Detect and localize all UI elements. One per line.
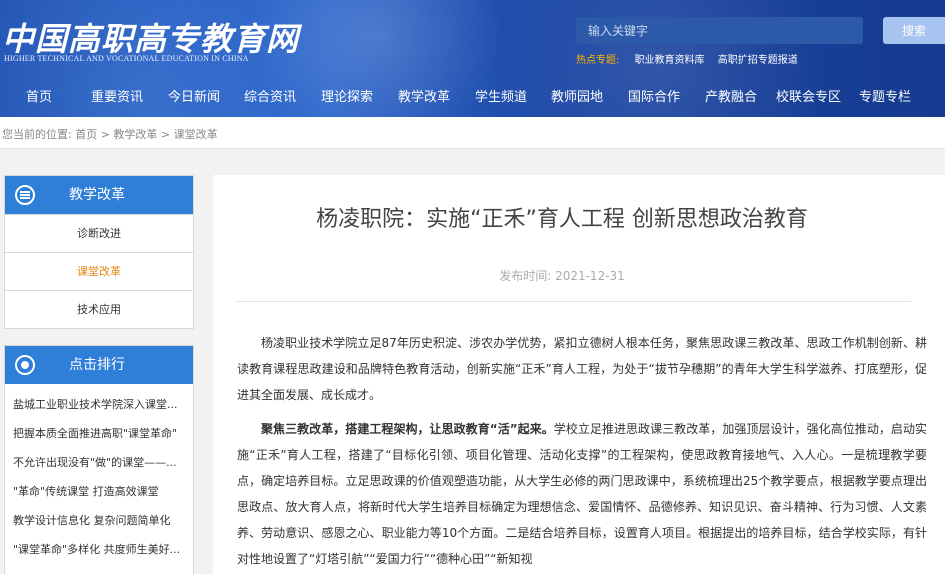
ranking-item[interactable]: 把握本质全面推进高职"课堂革命" (5, 419, 193, 448)
article-body: 杨凌职业技术学院立足87年历史积淀、涉农办学优势，紧扣立德树人根本任务，聚焦思政… (237, 330, 927, 574)
nav-item-today-news[interactable]: 今日新闻 (168, 86, 220, 110)
breadcrumb-bar: 您当前的位置: 首页 > 教学改革 > 课堂改革 (0, 117, 945, 149)
main-nav: 首页 重要资讯 今日新闻 综合资讯 理论探索 教学改革 学生频道 教师园地 国际… (0, 86, 945, 110)
ranking-item[interactable]: 不允许出现没有"做"的课堂——... (5, 448, 193, 477)
ranking-item[interactable]: "革命"传统课堂 打造高效课堂 (5, 477, 193, 506)
hot-topic-link[interactable]: 高职扩招专题报道 (718, 55, 798, 66)
nav-item-alliance[interactable]: 校联会专区 (776, 86, 841, 110)
article: 杨凌职院：实施“正禾”育人工程 创新思想政治教育 发布时间: 2021-12-3… (213, 175, 945, 574)
ranking-header: 点击排行 (5, 346, 193, 384)
menu-circle-icon (15, 185, 35, 205)
title-divider (235, 301, 911, 302)
ranking-list: 盐城工业职业技术学院深入课堂... 把握本质全面推进高职"课堂革命" 不允许出现… (5, 384, 193, 564)
nav-item-special-topics[interactable]: 专题专栏 (859, 86, 911, 110)
site-logo-subtitle: HIGHER TECHNICAL AND VOCATIONAL EDUCATIO… (4, 54, 249, 63)
sidebar-section-title: 教学改革 (69, 187, 125, 203)
sidebar-item-diagnosis[interactable]: 诊断改进 (5, 214, 193, 252)
ranking-item[interactable]: 盐城工业职业技术学院深入课堂... (5, 390, 193, 419)
sidebar-item-classroom-reform[interactable]: 课堂改革 (5, 252, 193, 290)
sidebar-item-technology[interactable]: 技术应用 (5, 290, 193, 328)
paragraph-lead: 聚焦三教改革，搭建工程架构，让思政教育“活”起来。 (261, 422, 554, 436)
publish-label: 发布时间: (499, 269, 552, 283)
publish-info: 发布时间: 2021-12-31 (213, 267, 911, 284)
article-title: 杨凌职院：实施“正禾”育人工程 创新思想政治教育 (316, 207, 808, 232)
search-input[interactable] (576, 17, 863, 44)
sidebar-ranking: 点击排行 盐城工业职业技术学院深入课堂... 把握本质全面推进高职"课堂革命" … (4, 345, 194, 574)
nav-item-students[interactable]: 学生频道 (475, 86, 527, 110)
ranking-title: 点击排行 (69, 357, 125, 373)
ranking-item[interactable]: 教学设计信息化 复杂问题简单化 (5, 506, 193, 535)
hot-topic-link[interactable]: 职业教育资料库 (635, 55, 705, 66)
nav-item-general-news[interactable]: 综合资讯 (244, 86, 296, 110)
search-button[interactable]: 搜索 (883, 17, 945, 44)
nav-item-home[interactable]: 首页 (26, 86, 52, 110)
article-paragraph: 杨凌职业技术学院立足87年历史积淀、涉农办学优势，紧扣立德树人根本任务，聚焦思政… (237, 336, 927, 402)
nav-item-teachers[interactable]: 教师园地 (551, 86, 603, 110)
paragraph-text: 学校立足推进思政课三教改革，加强顶层设计，强化高位推动，启动实施“正禾”育人工程… (237, 422, 927, 566)
sidebar-section-menu: 教学改革 诊断改进 课堂改革 技术应用 (4, 175, 194, 329)
breadcrumb[interactable]: 您当前的位置: 首页 > 教学改革 > 课堂改革 (2, 126, 218, 142)
article-paragraph: 聚焦三教改革，搭建工程架构，让思政教育“活”起来。学校立足推进思政课三教改革，加… (237, 416, 927, 572)
nav-item-industry-education[interactable]: 产教融合 (705, 86, 757, 110)
nav-item-theory[interactable]: 理论探索 (321, 86, 373, 110)
nav-item-important-news[interactable]: 重要资讯 (91, 86, 143, 110)
target-circle-icon (15, 355, 35, 375)
ranking-item[interactable]: "课堂革命"多样化 共度师生美好... (5, 535, 193, 564)
publish-date: 2021-12-31 (555, 269, 625, 283)
hot-topics-label: 热点专题: (576, 55, 620, 66)
nav-item-international[interactable]: 国际合作 (628, 86, 680, 110)
hot-topics: 热点专题: 职业教育资料库 高职扩招专题报道 (576, 51, 798, 66)
nav-item-teaching-reform[interactable]: 教学改革 (398, 86, 450, 110)
site-header: 中国高职高专教育网 HIGHER TECHNICAL AND VOCATIONA… (0, 0, 945, 117)
sidebar-section-header: 教学改革 (5, 176, 193, 214)
